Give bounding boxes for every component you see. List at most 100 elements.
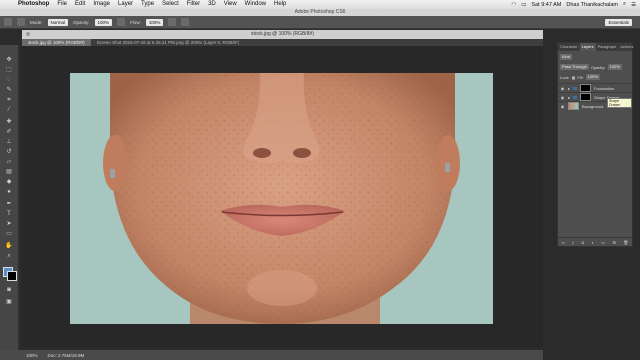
blend-mode-select[interactable]: Pass Through — [560, 64, 589, 70]
disclosure-triangle-icon[interactable]: ▸ — [568, 95, 570, 100]
document-tabs: stock.jpg @ 100% (RGB/8#) Screen Shot 20… — [22, 39, 543, 46]
menu-type[interactable]: Type — [137, 0, 158, 9]
airbrush-icon[interactable] — [168, 18, 177, 26]
macos-menubar: Photoshop File Edit Image Layer Type Sel… — [0, 0, 640, 9]
menu-image[interactable]: Image — [89, 0, 114, 9]
visibility-eye-icon[interactable]: ◉ — [560, 86, 565, 91]
canvas-area[interactable] — [22, 46, 543, 347]
pressure-size-icon[interactable] — [181, 18, 190, 26]
menu-layer[interactable]: Layer — [114, 0, 137, 9]
eraser-tool-icon[interactable]: ▱ — [5, 159, 13, 165]
notification-icon[interactable]: ☰ — [631, 2, 636, 8]
move-tool-icon[interactable]: ✥ — [5, 57, 13, 63]
tab-paragraph[interactable]: Paragraph — [596, 43, 619, 51]
zoom-level[interactable]: 100% — [26, 353, 38, 358]
menu-file[interactable]: File — [53, 0, 71, 9]
menu-window[interactable]: Window — [241, 0, 270, 9]
layer-style-icon[interactable]: ƒ — [572, 240, 574, 245]
wifi-icon[interactable]: ◠ — [511, 2, 516, 8]
link-layers-icon[interactable]: ∞ — [562, 240, 565, 245]
clock[interactable]: Sat 9:47 AM — [531, 2, 561, 8]
app-title: Adobe Photoshop CS6 — [294, 9, 346, 15]
menu-photoshop[interactable]: Photoshop — [14, 0, 53, 9]
workspace-select[interactable]: Essentials — [605, 18, 632, 26]
trash-icon[interactable]: 🗑 — [623, 240, 628, 245]
document-size[interactable]: Doc: 2.75M/18.9M — [48, 353, 85, 358]
filter-kind-select[interactable]: Kind — [560, 54, 573, 60]
tab-screen-shot[interactable]: Screen Shot 2016-07-16 at 6.28.21 PM.png… — [91, 39, 246, 46]
history-brush-tool-icon[interactable]: ↺ — [5, 149, 13, 155]
menu-edit[interactable]: Edit — [71, 0, 89, 9]
crop-tool-icon[interactable]: ⌗ — [5, 97, 13, 103]
spotlight-icon[interactable]: ⌕ — [623, 1, 626, 8]
brush-tool-icon[interactable]: ✐ — [5, 129, 13, 135]
document-image[interactable] — [70, 73, 493, 324]
zoom-tool-icon[interactable]: ⌕ — [5, 253, 13, 259]
tab-stock[interactable]: stock.jpg @ 100% (RGB/8#) — [22, 39, 91, 46]
layer-mask-thumbnail[interactable] — [580, 84, 592, 92]
background-color-swatch[interactable] — [7, 271, 17, 281]
fill-input[interactable]: 100% — [585, 74, 600, 80]
panel-tabs: Character Layers Paragraph Actions — [558, 43, 635, 51]
hand-tool-icon[interactable]: ✋ — [5, 243, 13, 249]
layer-mask-thumbnail[interactable] — [580, 93, 592, 101]
opacity-input[interactable]: 100% — [94, 18, 113, 26]
blur-tool-icon[interactable]: ◆ — [5, 179, 13, 185]
adjustment-layer-icon[interactable]: ◐ — [591, 240, 593, 245]
add-mask-icon[interactable]: ◘ — [582, 240, 584, 245]
screen-mode-icon[interactable]: ▣ — [5, 299, 13, 305]
eyedropper-tool-icon[interactable]: ⁄ — [5, 107, 13, 113]
pressure-opacity-icon[interactable] — [117, 18, 126, 26]
path-select-tool-icon[interactable]: ➤ — [5, 221, 13, 227]
pen-tool-icon[interactable]: ✒ — [5, 201, 13, 207]
clone-stamp-tool-icon[interactable]: ⊥ — [5, 139, 13, 145]
user-name[interactable]: Dhas Thanikachalam — [566, 2, 618, 8]
opacity-label: Opacity: — [590, 64, 606, 70]
tab-layers[interactable]: Layers — [579, 43, 596, 51]
layer-row-foundation[interactable]: ◉ ▸ Foundation — [558, 83, 632, 92]
lock-icon[interactable]: ▦ — [572, 75, 576, 80]
document-close-icon[interactable] — [26, 32, 30, 36]
type-tool-icon[interactable]: T — [5, 211, 13, 217]
menu-filter[interactable]: Filter — [183, 0, 204, 9]
mode-label: Mode: — [30, 19, 43, 25]
lock-label: Lock: — [560, 74, 570, 80]
menu-view[interactable]: View — [220, 0, 241, 9]
brush-size-icon[interactable] — [17, 18, 25, 26]
quick-mask-icon[interactable]: ◙ — [5, 287, 13, 293]
mode-select[interactable]: Normal — [47, 18, 69, 26]
layer-thumbnail[interactable] — [568, 102, 579, 110]
document-window-titlebar: stock.jpg @ 100% (RGB/8#) — [22, 30, 543, 39]
new-layer-icon[interactable]: ⊞ — [612, 240, 615, 245]
opacity-input[interactable]: 100% — [607, 64, 622, 70]
layer-name: Foundation — [594, 85, 615, 91]
tools-panel: ✥ ⬚ ◌ ✎ ⌗ ⁄ ✚ ✐ ⊥ ↺ ▱ ▤ ◆ ● ✒ T ➤ ▭ ✋ ⌕ … — [0, 45, 19, 350]
new-group-icon[interactable]: ▭ — [601, 240, 605, 245]
battery-icon[interactable]: ▭ — [521, 2, 526, 8]
marquee-tool-icon[interactable]: ⬚ — [5, 67, 13, 73]
layers-panel-footer: ∞ ƒ ◘ ◐ ▭ ⊞ 🗑 — [558, 237, 632, 246]
folder-icon — [573, 95, 578, 99]
gradient-tool-icon[interactable]: ▤ — [5, 169, 13, 175]
flow-input[interactable]: 100% — [145, 18, 164, 26]
healing-brush-tool-icon[interactable]: ✚ — [5, 119, 13, 125]
lasso-tool-icon[interactable]: ◌ — [5, 77, 13, 83]
tab-actions[interactable]: Actions — [618, 43, 635, 51]
menu-select[interactable]: Select — [158, 0, 183, 9]
visibility-eye-icon[interactable]: ◉ — [560, 104, 565, 109]
layers-panel: Character Layers Paragraph Actions Kind … — [557, 42, 633, 247]
brush-tool-preset-icon[interactable] — [4, 18, 12, 26]
shape-tool-icon[interactable]: ▭ — [5, 231, 13, 237]
tab-character[interactable]: Character — [558, 43, 580, 51]
flow-label: Flow: — [130, 19, 141, 25]
menu-help[interactable]: Help — [270, 0, 290, 9]
blend-row: Pass Through Opacity: 100% — [560, 63, 630, 71]
opacity-label: Opacity: — [73, 19, 90, 25]
quick-select-tool-icon[interactable]: ✎ — [5, 87, 13, 93]
disclosure-triangle-icon[interactable]: ▸ — [568, 86, 570, 91]
menu-3d[interactable]: 3D — [204, 0, 220, 9]
dodge-tool-icon[interactable]: ● — [5, 189, 13, 195]
visibility-eye-icon[interactable]: ◉ — [560, 95, 565, 100]
menubar-status-area: ◠ ▭ Sat 9:47 AM Dhas Thanikachalam ⌕ ☰ — [511, 1, 640, 8]
app-title-bar: Adobe Photoshop CS6 — [0, 9, 640, 16]
